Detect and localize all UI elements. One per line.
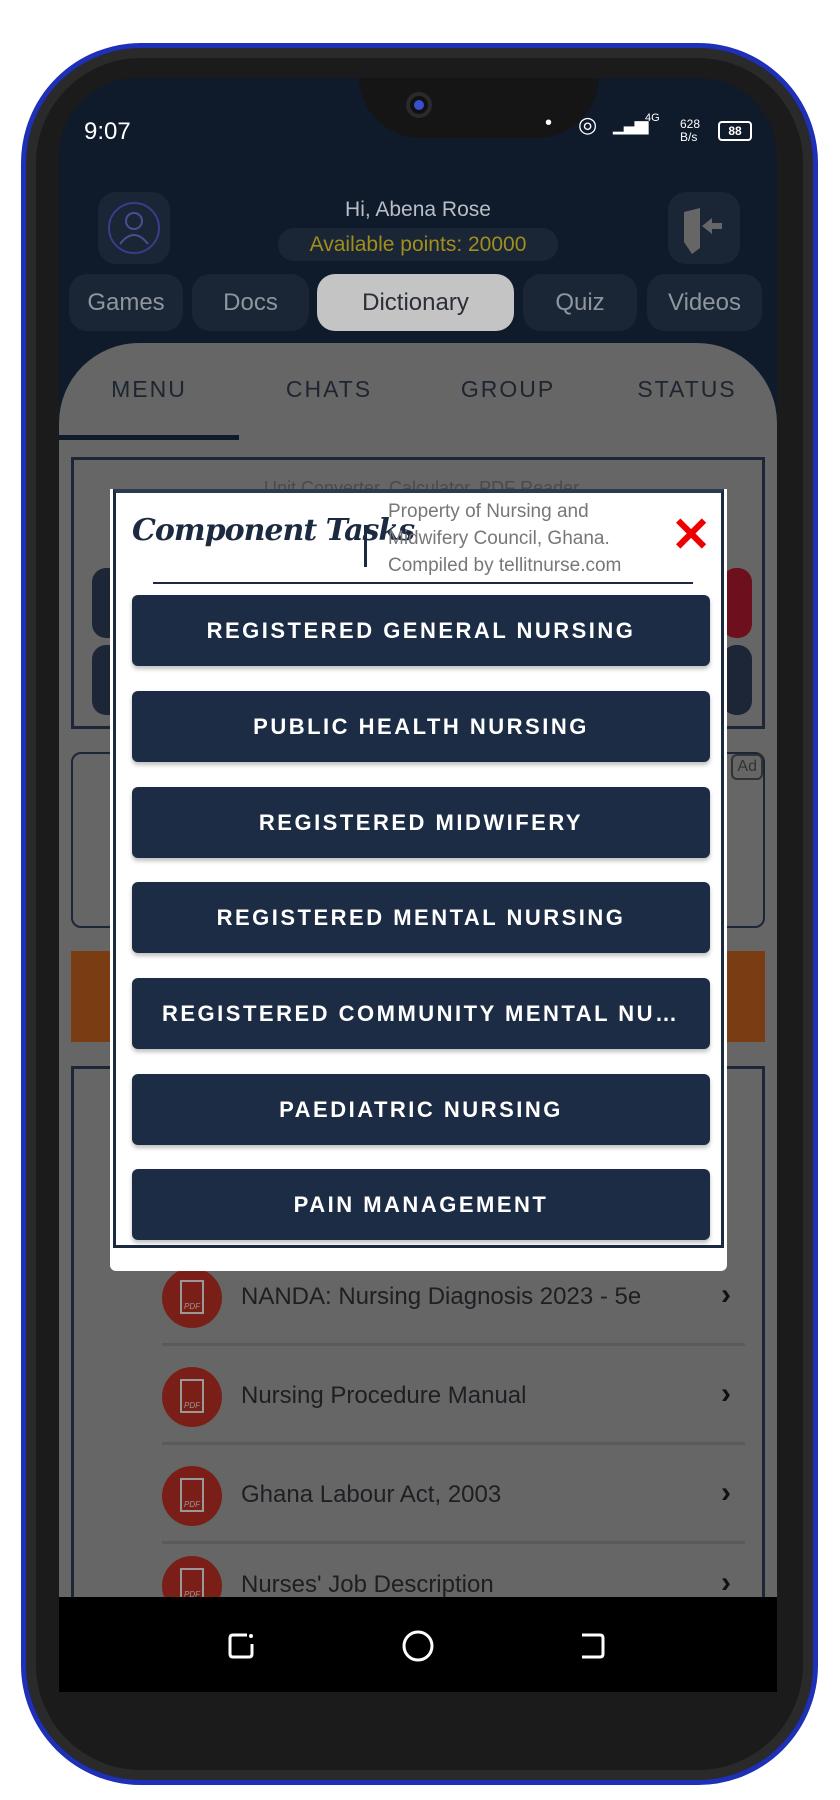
- registered-mental-nursing-button[interactable]: REGISTERED MENTAL NURSING: [132, 882, 710, 953]
- ad-label: Ad: [731, 754, 763, 780]
- points-badge: Available points: 20000: [278, 228, 558, 261]
- property-notice: Property of Nursing and Midwifery Counci…: [388, 498, 621, 579]
- user-icon: [108, 202, 160, 254]
- logout-button[interactable]: [668, 192, 740, 264]
- logout-door-icon: [684, 208, 722, 254]
- modal-title: Component Tasks: [132, 513, 415, 548]
- status-time: 9:07: [84, 118, 131, 145]
- registered-community-mental-nursing-button[interactable]: REGISTERED COMMUNITY MENTAL NURSING: [132, 978, 710, 1049]
- recent-apps-icon[interactable]: [225, 1630, 257, 1662]
- front-camera: [406, 92, 432, 118]
- tab-dictionary[interactable]: Dictionary: [317, 274, 514, 331]
- back-icon[interactable]: [576, 1630, 608, 1662]
- chevron-right-icon: ›: [721, 1566, 731, 1599]
- tab-games[interactable]: Games: [69, 274, 183, 331]
- tab-docs[interactable]: Docs: [192, 274, 309, 331]
- signal-icon: ▁▃▅: [613, 114, 648, 134]
- tab-group[interactable]: GROUP: [418, 376, 598, 403]
- hotspot-icon: ◎: [578, 112, 598, 137]
- chevron-right-icon: ›: [721, 1278, 731, 1311]
- header-divider: [153, 582, 693, 584]
- tab-videos[interactable]: Videos: [647, 274, 762, 331]
- network-type: 4G: [645, 112, 660, 124]
- android-nav-bar: [59, 1597, 777, 1692]
- paediatric-nursing-button[interactable]: PAEDIATRIC NURSING: [132, 1074, 710, 1145]
- tab-quiz[interactable]: Quiz: [523, 274, 637, 331]
- camera-notch: [359, 78, 599, 138]
- notification-dot-icon: •: [545, 112, 553, 134]
- home-icon[interactable]: [401, 1629, 435, 1663]
- pdf-icon: PDF: [162, 1268, 222, 1328]
- property-line: Property of Nursing and: [388, 501, 589, 522]
- modal-body: Component Tasks Property of Nursing and …: [113, 489, 724, 1248]
- document-title: NANDA: Nursing Diagnosis 2023 - 5e: [241, 1283, 642, 1310]
- tab-chats[interactable]: CHATS: [239, 376, 419, 403]
- network-speed: 628 B/s: [680, 117, 701, 144]
- tab-status[interactable]: STATUS: [597, 376, 777, 403]
- property-line: Compiled by tellitnurse.com: [388, 555, 622, 576]
- active-tab-indicator: [59, 435, 239, 440]
- chevron-right-icon: ›: [721, 1377, 731, 1410]
- registered-midwifery-button[interactable]: REGISTERED MIDWIFERY: [132, 787, 710, 858]
- list-item[interactable]: PDF Nursing Procedure Manual ›: [162, 1349, 745, 1445]
- greeting: Hi, Abena Rose: [345, 198, 491, 221]
- public-health-nursing-button[interactable]: PUBLIC HEALTH NURSING: [132, 691, 710, 762]
- document-title: Ghana Labour Act, 2003: [241, 1481, 502, 1508]
- pdf-icon: PDF: [162, 1466, 222, 1526]
- pdf-icon: PDF: [162, 1367, 222, 1427]
- document-title: Nurses' Job Description: [241, 1571, 494, 1598]
- title-separator: [364, 525, 367, 567]
- registered-general-nursing-button[interactable]: REGISTERED GENERAL NURSING: [132, 595, 710, 666]
- document-title: Nursing Procedure Manual: [241, 1382, 527, 1409]
- avatar-button[interactable]: [98, 192, 170, 264]
- tab-menu[interactable]: MENU: [59, 376, 239, 403]
- pain-management-button[interactable]: PAIN MANAGEMENT: [132, 1169, 710, 1240]
- close-x-icon[interactable]: ✕: [671, 507, 711, 563]
- chevron-right-icon: ›: [721, 1476, 731, 1509]
- battery-icon: 88: [718, 121, 752, 141]
- property-line: Midwifery Council, Ghana.: [388, 528, 610, 549]
- list-item[interactable]: PDF Ghana Labour Act, 2003 ›: [162, 1448, 745, 1544]
- component-tasks-modal: Component Tasks Property of Nursing and …: [110, 489, 727, 1271]
